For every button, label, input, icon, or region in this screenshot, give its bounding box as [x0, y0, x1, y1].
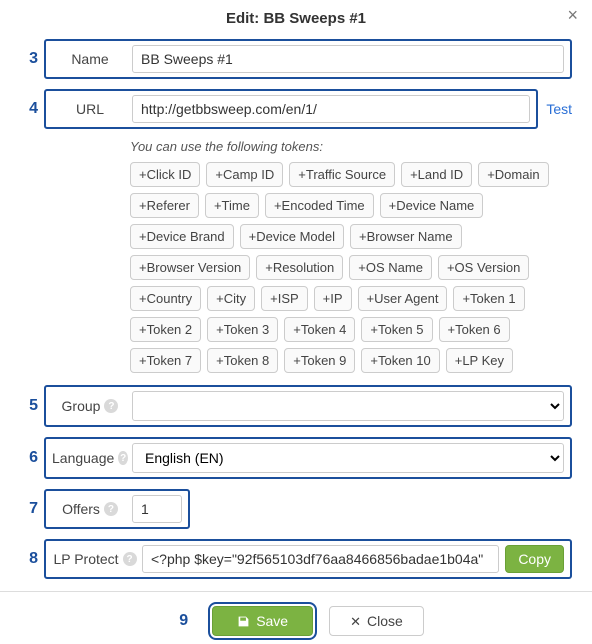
- name-field-frame: Name: [44, 39, 572, 79]
- annotation-7: 7: [18, 500, 38, 518]
- token-pill[interactable]: +Token 1: [453, 286, 524, 311]
- help-icon[interactable]: ?: [123, 552, 137, 566]
- close-button[interactable]: ✕ Close: [329, 606, 424, 636]
- token-pill[interactable]: +Time: [205, 193, 259, 218]
- help-icon[interactable]: ?: [104, 399, 118, 413]
- group-label-text: Group: [62, 398, 101, 414]
- token-pill[interactable]: +IP: [314, 286, 352, 311]
- annotation-8: 8: [18, 550, 38, 568]
- token-pill[interactable]: +Token 7: [130, 348, 201, 373]
- help-icon[interactable]: ?: [118, 451, 128, 465]
- token-pill[interactable]: +Click ID: [130, 162, 200, 187]
- url-field-frame: URL: [44, 89, 538, 129]
- test-link[interactable]: Test: [546, 101, 572, 117]
- group-select[interactable]: [132, 391, 564, 421]
- token-pill[interactable]: +Token 9: [284, 348, 355, 373]
- annotation-9: 9: [168, 612, 188, 630]
- token-pill[interactable]: +Device Name: [380, 193, 484, 218]
- annotation-6: 6: [18, 449, 38, 467]
- token-pill[interactable]: +OS Name: [349, 255, 432, 280]
- token-pill[interactable]: +Traffic Source: [289, 162, 395, 187]
- token-pill[interactable]: +Referer: [130, 193, 199, 218]
- token-pill[interactable]: +City: [207, 286, 255, 311]
- token-pill[interactable]: +Encoded Time: [265, 193, 374, 218]
- lpprotect-code[interactable]: [142, 545, 499, 573]
- close-button-label: Close: [367, 613, 403, 629]
- token-pill[interactable]: +Browser Name: [350, 224, 462, 249]
- offers-label-text: Offers: [62, 501, 100, 517]
- annotation-3: 3: [18, 50, 38, 68]
- token-pill[interactable]: +Country: [130, 286, 201, 311]
- group-field-frame: Group ?: [44, 385, 572, 427]
- token-pill[interactable]: +Browser Version: [130, 255, 250, 280]
- dialog-title: Edit: BB Sweeps #1: [20, 0, 572, 39]
- lpprotect-label: LP Protect ?: [52, 551, 138, 567]
- token-pill[interactable]: +Domain: [478, 162, 548, 187]
- token-pill[interactable]: +Device Brand: [130, 224, 234, 249]
- language-label: Language ?: [52, 450, 128, 466]
- help-icon[interactable]: ?: [104, 502, 118, 516]
- group-label: Group ?: [52, 398, 128, 414]
- token-pill[interactable]: +ISP: [261, 286, 308, 311]
- token-pill[interactable]: +Token 8: [207, 348, 278, 373]
- tokens-hint: You can use the following tokens:: [130, 139, 552, 154]
- language-select[interactable]: English (EN): [132, 443, 564, 473]
- offers-field-frame: Offers ?: [44, 489, 190, 529]
- token-pill[interactable]: +Token 3: [207, 317, 278, 342]
- save-button-label: Save: [256, 613, 288, 629]
- url-input[interactable]: [132, 95, 530, 123]
- token-pill[interactable]: +LP Key: [446, 348, 513, 373]
- offers-input[interactable]: [132, 495, 182, 523]
- token-pill[interactable]: +Token 10: [361, 348, 439, 373]
- token-pill[interactable]: +Token 4: [284, 317, 355, 342]
- lpprotect-label-text: LP Protect: [53, 551, 118, 567]
- language-label-text: Language: [52, 450, 114, 466]
- close-icon-x: ✕: [350, 615, 361, 628]
- annotation-4: 4: [18, 100, 38, 118]
- lpprotect-field-frame: LP Protect ? Copy: [44, 539, 572, 579]
- token-pill[interactable]: +Token 2: [130, 317, 201, 342]
- url-label: URL: [52, 101, 128, 117]
- save-button[interactable]: Save: [212, 606, 313, 636]
- save-icon: [237, 615, 250, 628]
- token-pill[interactable]: +Token 6: [439, 317, 510, 342]
- offers-label: Offers ?: [52, 501, 128, 517]
- language-field-frame: Language ? English (EN): [44, 437, 572, 479]
- token-pill[interactable]: +User Agent: [358, 286, 448, 311]
- token-pill[interactable]: +Token 5: [361, 317, 432, 342]
- tokens-pills: +Click ID+Camp ID+Traffic Source+Land ID…: [130, 162, 552, 373]
- name-label: Name: [52, 51, 128, 67]
- token-pill[interactable]: +Camp ID: [206, 162, 283, 187]
- copy-button[interactable]: Copy: [505, 545, 564, 573]
- token-pill[interactable]: +Land ID: [401, 162, 472, 187]
- token-pill[interactable]: +Resolution: [256, 255, 343, 280]
- token-pill[interactable]: +Device Model: [240, 224, 344, 249]
- annotation-5: 5: [18, 397, 38, 415]
- name-input[interactable]: [132, 45, 564, 73]
- close-icon[interactable]: ×: [567, 6, 578, 24]
- token-pill[interactable]: +OS Version: [438, 255, 529, 280]
